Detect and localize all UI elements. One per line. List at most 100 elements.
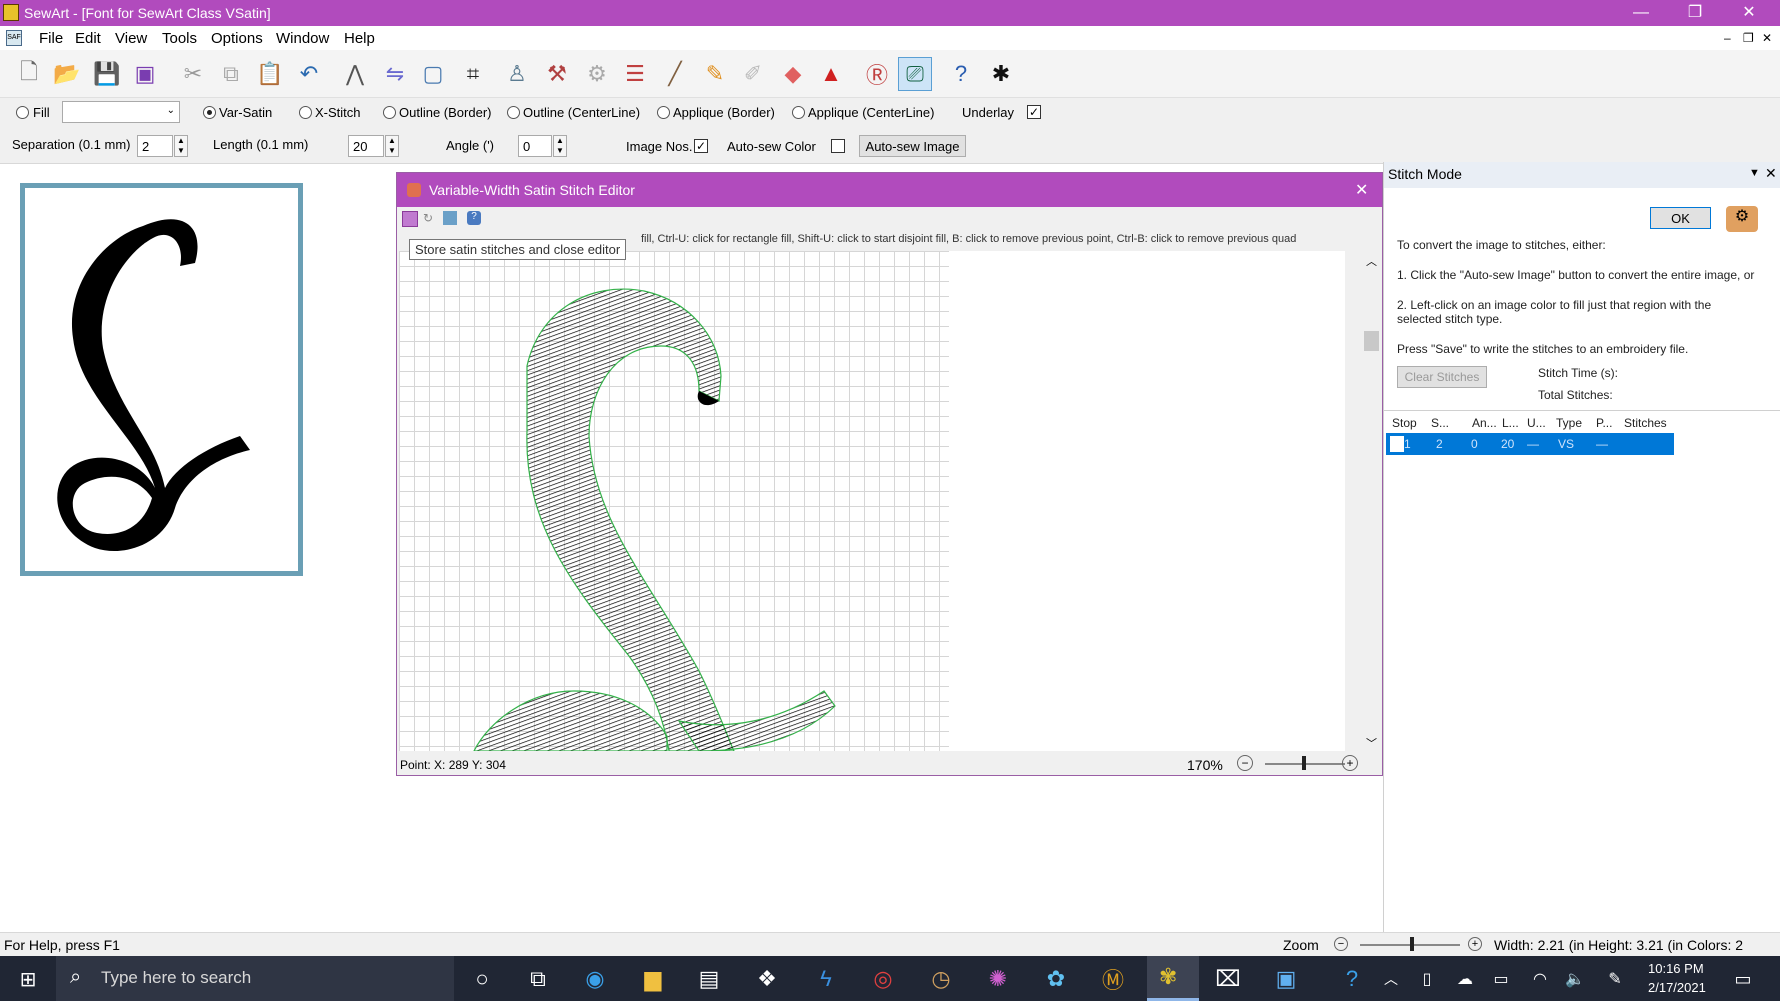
open-icon[interactable]: 📂: [50, 57, 84, 91]
stamp-icon[interactable]: ♙: [500, 57, 534, 91]
separation-input[interactable]: 2: [137, 135, 173, 157]
windows-start-icon[interactable]: ⊞: [13, 964, 43, 994]
close-button[interactable]: ✕: [1726, 0, 1772, 26]
editor-close-button[interactable]: ✕: [1355, 180, 1368, 200]
taskbar-search-box[interactable]: ⌕ Type here to search: [56, 956, 454, 1001]
x-stitch-radio[interactable]: [299, 106, 312, 119]
mdi-minimize-button[interactable]: –: [1724, 31, 1731, 45]
gear-icon[interactable]: ⚙: [580, 57, 614, 91]
notification-icon[interactable]: ▭: [1728, 964, 1758, 994]
sewing-app-icon[interactable]: ⌧: [1213, 964, 1243, 994]
editor-vscrollbar[interactable]: ︿ ﹀: [1363, 251, 1380, 751]
length-input[interactable]: 20: [348, 135, 384, 157]
stitch-canvas[interactable]: [399, 251, 1345, 751]
menu-edit[interactable]: Edit: [75, 30, 101, 47]
col-separation[interactable]: S...: [1431, 416, 1449, 430]
store-icon[interactable]: ▤: [694, 964, 724, 994]
text-icon[interactable]: Ⓡ: [860, 57, 894, 91]
scroll-thumb[interactable]: [1364, 331, 1379, 351]
menu-help[interactable]: Help: [344, 30, 375, 47]
store-and-close-icon[interactable]: [402, 211, 418, 227]
autosew-color-checkbox[interactable]: [831, 139, 845, 153]
wifi-icon[interactable]: ◠: [1525, 964, 1555, 994]
help-icon[interactable]: ?: [944, 57, 978, 91]
taskbar-date[interactable]: 2/17/2021: [1648, 980, 1706, 995]
tray-chevron-icon[interactable]: ︿: [1376, 964, 1406, 994]
ok-button[interactable]: OK: [1650, 207, 1711, 229]
col-length[interactable]: L...: [1502, 416, 1519, 430]
scroll-down-icon[interactable]: ﹀: [1366, 735, 1377, 751]
wand-icon[interactable]: ⚒: [540, 57, 574, 91]
document-icon[interactable]: SAF: [6, 30, 22, 46]
undo-icon[interactable]: ↶: [292, 57, 326, 91]
image-nos-checkbox[interactable]: ✓: [694, 139, 708, 153]
angle-spinner[interactable]: ▲ ▼: [553, 135, 567, 157]
taskbar-time[interactable]: 10:16 PM: [1648, 961, 1704, 976]
flip-icon[interactable]: ⇋: [378, 57, 412, 91]
save-as-icon[interactable]: ▣: [128, 57, 162, 91]
volume-icon[interactable]: 🔈: [1560, 964, 1590, 994]
applique-border-radio[interactable]: [657, 106, 670, 119]
brush-icon[interactable]: ✐: [736, 57, 770, 91]
app-bolt-icon[interactable]: ϟ: [811, 964, 841, 994]
fill-dropdown[interactable]: ⌄: [62, 101, 180, 123]
status-zoom-thumb[interactable]: [1410, 937, 1414, 951]
image-preview[interactable]: 1: [20, 183, 303, 576]
col-underlay[interactable]: U...: [1527, 416, 1546, 430]
dropbox-icon[interactable]: ❖: [752, 964, 782, 994]
copy-icon[interactable]: ⧉: [214, 57, 248, 91]
clock-app-icon[interactable]: ◷: [926, 964, 956, 994]
fill-radio[interactable]: [16, 106, 29, 119]
cortana-icon[interactable]: ○: [467, 964, 497, 994]
tray-device-icon[interactable]: ▯: [1412, 964, 1442, 994]
mdi-close-button[interactable]: ✕: [1762, 31, 1772, 45]
length-spinner[interactable]: ▲ ▼: [385, 135, 399, 157]
file-explorer-icon[interactable]: ▆: [638, 964, 668, 994]
fit-icon[interactable]: [443, 211, 457, 225]
table-row[interactable]: 1 2 0 20 — VS —: [1386, 433, 1674, 455]
sewart-task-button[interactable]: ✾: [1147, 956, 1199, 1001]
pencil-icon[interactable]: ✎: [698, 57, 732, 91]
col-p[interactable]: P...: [1596, 416, 1612, 430]
monitor-app-icon[interactable]: ▣: [1271, 964, 1301, 994]
stitch-icon[interactable]: ⎚: [898, 57, 932, 91]
menu-options[interactable]: Options: [211, 30, 263, 47]
shape-icon[interactable]: ▲: [814, 57, 848, 91]
chrome-icon[interactable]: ◎: [868, 964, 898, 994]
menu-window[interactable]: Window: [276, 30, 329, 47]
new-icon[interactable]: 🗋: [12, 57, 46, 91]
clear-stitches-button[interactable]: Clear Stitches: [1397, 366, 1487, 388]
restore-button[interactable]: ❐: [1672, 0, 1718, 26]
mdi-restore-button[interactable]: ❐: [1743, 31, 1754, 45]
menu-file[interactable]: File: [39, 30, 63, 47]
autosew-image-button[interactable]: Auto-sew Image: [859, 135, 966, 157]
battery-icon[interactable]: ▭: [1486, 964, 1516, 994]
task-view-icon[interactable]: ⧉: [523, 964, 553, 994]
resize-icon[interactable]: ⌗: [456, 57, 490, 91]
pen-tray-icon[interactable]: ✎: [1600, 964, 1630, 994]
underlay-checkbox[interactable]: ✓: [1027, 105, 1041, 119]
crop-icon[interactable]: ▢: [416, 57, 450, 91]
panel-dropdown-icon[interactable]: ▼: [1749, 167, 1760, 179]
zoom-slider-thumb[interactable]: [1302, 756, 1306, 770]
list-icon[interactable]: ☰: [618, 57, 652, 91]
whats-this-icon[interactable]: ✱: [984, 57, 1018, 91]
zoom-out-button[interactable]: −: [1237, 755, 1253, 771]
editor-help-icon[interactable]: ?: [467, 211, 481, 225]
paste-icon[interactable]: 📋: [253, 57, 287, 91]
minimize-button[interactable]: —: [1618, 0, 1664, 26]
mirror-icon[interactable]: ⋀: [338, 57, 372, 91]
panel-close-icon[interactable]: ✕: [1765, 165, 1777, 182]
help-tray-icon[interactable]: ?: [1337, 964, 1367, 994]
eraser-icon[interactable]: ◆: [776, 57, 810, 91]
menu-view[interactable]: View: [115, 30, 147, 47]
edge-icon[interactable]: ◉: [580, 964, 610, 994]
save-icon[interactable]: 💾: [90, 57, 124, 91]
outline-centerline-radio[interactable]: [507, 106, 520, 119]
cut-icon[interactable]: ✂: [176, 57, 210, 91]
col-stitches[interactable]: Stitches: [1624, 416, 1667, 430]
col-angle[interactable]: An...: [1472, 416, 1497, 430]
outline-border-radio[interactable]: [383, 106, 396, 119]
status-zoom-in-icon[interactable]: +: [1468, 937, 1482, 951]
separation-spinner[interactable]: ▲ ▼: [174, 135, 188, 157]
